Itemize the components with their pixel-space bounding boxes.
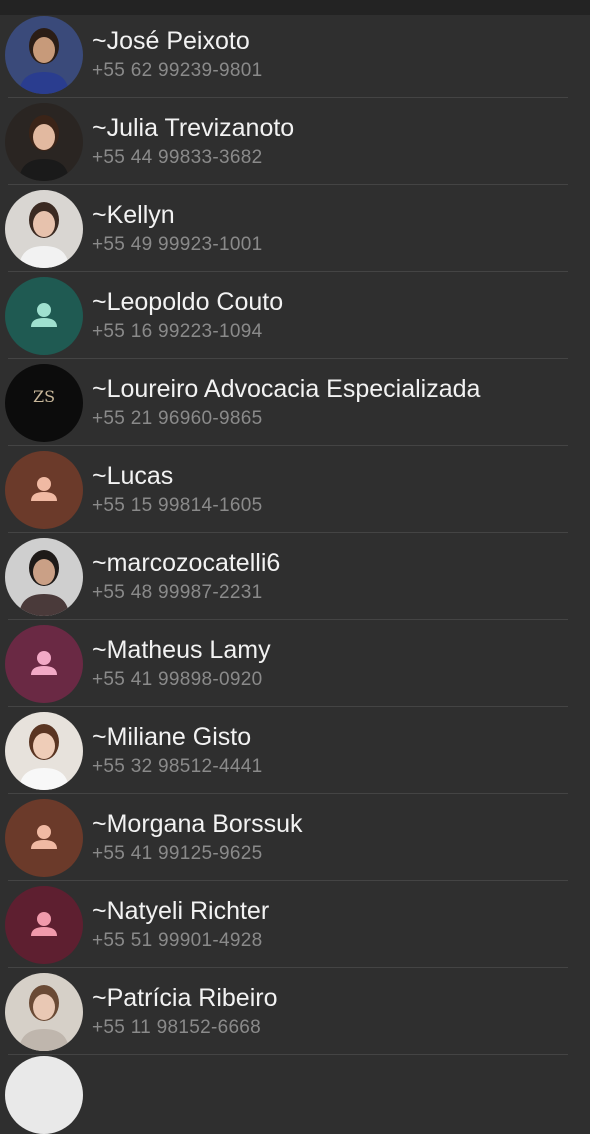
contact-phone: +55 41 99125-9625 <box>92 843 263 864</box>
profile-photo <box>5 190 83 268</box>
contact-name: ~Patrícia Ribeiro <box>92 984 278 1012</box>
contact-name: ~Morgana Borssuk <box>92 810 303 838</box>
contact-phone: +55 16 99223-1094 <box>92 321 263 342</box>
contact-row-leopoldo-couto[interactable]: ~Leopoldo Couto +55 16 99223-1094 <box>0 272 590 359</box>
svg-text:ZS: ZS <box>33 387 55 406</box>
contact-name: ~José Peixoto <box>92 27 250 55</box>
profile-photo <box>5 538 83 616</box>
contact-row-julia-trevizanoto[interactable]: ~Julia Trevizanoto +55 44 99833-3682 <box>0 98 590 185</box>
contact-row-patricia-ribeiro[interactable]: ~Patrícia Ribeiro +55 11 98152-6668 <box>0 968 590 1055</box>
contact-row-lucas[interactable]: ~Lucas +55 15 99814-1605 <box>0 446 590 533</box>
contact-name: ~Loureiro Advocacia Especializada <box>92 375 481 403</box>
contact-phone: +55 44 99833-3682 <box>92 147 263 168</box>
contact-phone: +55 62 99239-9801 <box>92 60 263 81</box>
avatar <box>5 277 83 355</box>
contact-name: ~Matheus Lamy <box>92 636 271 664</box>
person-icon <box>5 451 83 529</box>
avatar <box>5 712 83 790</box>
contact-row-morgana-borssuk[interactable]: ~Morgana Borssuk +55 41 99125-9625 <box>0 794 590 881</box>
contact-name: ~Miliane Gisto <box>92 723 252 751</box>
contact-name: ~Julia Trevizanoto <box>92 114 295 142</box>
avatar <box>5 625 83 703</box>
avatar: ZS <box>5 364 83 442</box>
avatar <box>5 886 83 964</box>
person-icon <box>5 277 83 355</box>
contact-row-loureiro-advocacia-especializada[interactable]: ZS ~Loureiro Advocacia Especializada +55 … <box>0 359 590 446</box>
contact-phone: +55 41 99898-0920 <box>92 669 263 690</box>
contact-name: ~marcozocatelli6 <box>92 549 281 577</box>
contact-row-matheus-lamy[interactable]: ~Matheus Lamy +55 41 99898-0920 <box>0 620 590 707</box>
person-icon <box>5 799 83 877</box>
avatar <box>5 451 83 529</box>
contact-phone: +55 21 96960-9865 <box>92 408 263 429</box>
contact-name: ~Kellyn <box>92 201 175 229</box>
contact-phone: +55 32 98512-4441 <box>92 756 263 777</box>
contact-name: ~Lucas <box>92 462 174 490</box>
avatar <box>5 973 83 1051</box>
profile-photo <box>5 16 83 94</box>
avatar <box>5 799 83 877</box>
contact-row-marcozocatelli6[interactable]: ~marcozocatelli6 +55 48 99987-2231 <box>0 533 590 620</box>
contact-row-miliane-gisto[interactable]: ~Miliane Gisto +55 32 98512-4441 <box>0 707 590 794</box>
contact-row-natyeli-richter[interactable]: ~Natyeli Richter +55 51 99901-4928 <box>0 881 590 968</box>
divider <box>8 1054 568 1055</box>
contact-name: ~Natyeli Richter <box>92 897 270 925</box>
profile-photo <box>5 103 83 181</box>
contact-phone: +55 48 99987-2231 <box>92 582 263 603</box>
avatar <box>5 538 83 616</box>
contact-phone: +55 11 98152-6668 <box>92 1017 262 1038</box>
contact-row-jose-peixoto[interactable]: ~José Peixoto +55 62 99239-9801 <box>0 11 590 98</box>
avatar <box>5 1056 83 1134</box>
company-logo: ZS <box>5 364 83 442</box>
contact-phone: +55 15 99814-1605 <box>92 495 263 516</box>
contact-name: ~Leopoldo Couto <box>92 288 284 316</box>
avatar <box>5 16 83 94</box>
avatar <box>5 190 83 268</box>
contact-phone: +55 49 99923-1001 <box>92 234 263 255</box>
contact-list: ~José Peixoto +55 62 99239-9801 ~Julia Tr… <box>0 11 590 1055</box>
profile-photo <box>5 973 83 1051</box>
avatar <box>5 103 83 181</box>
person-icon <box>5 886 83 964</box>
contact-row-kellyn[interactable]: ~Kellyn +55 49 99923-1001 <box>0 185 590 272</box>
person-icon <box>5 625 83 703</box>
profile-photo <box>5 712 83 790</box>
contact-phone: +55 51 99901-4928 <box>92 930 263 951</box>
